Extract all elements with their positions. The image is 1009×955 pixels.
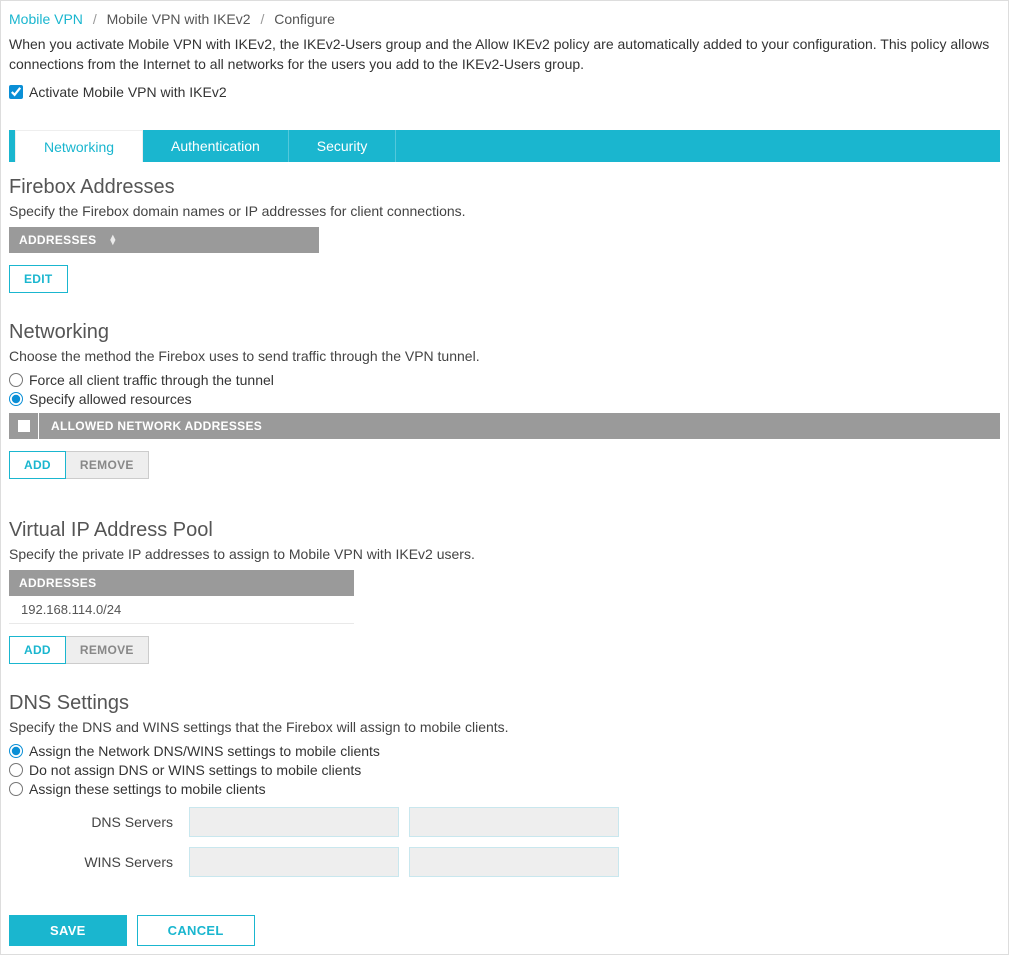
firebox-col-addresses: ADDRESSES	[19, 233, 96, 247]
checkbox-icon	[18, 420, 30, 432]
tab-networking[interactable]: Networking	[15, 130, 143, 162]
networking-desc: Choose the method the Firebox uses to se…	[9, 348, 1000, 364]
vip-col-header[interactable]: ADDRESSES	[9, 570, 354, 596]
radio-dns-no-assign[interactable]	[9, 763, 23, 777]
dns-title: DNS Settings	[9, 692, 1000, 715]
breadcrumb-mid: Mobile VPN with IKEv2	[107, 11, 251, 27]
vip-row[interactable]: 192.168.114.0/24	[9, 596, 354, 624]
dns-servers-label: DNS Servers	[9, 814, 179, 830]
radio-force-tunnel[interactable]	[9, 373, 23, 387]
tab-security[interactable]: Security	[289, 130, 397, 162]
vip-title: Virtual IP Address Pool	[9, 519, 1000, 542]
radio-specify-allowed-label[interactable]: Specify allowed resources	[29, 391, 192, 407]
dns-server-1-input	[189, 807, 399, 837]
activate-checkbox[interactable]	[9, 85, 23, 99]
vip-desc: Specify the private IP addresses to assi…	[9, 546, 1000, 562]
add-vip-button[interactable]: ADD	[9, 636, 66, 664]
cancel-button[interactable]: CANCEL	[137, 915, 255, 946]
activate-label[interactable]: Activate Mobile VPN with IKEv2	[29, 84, 227, 100]
radio-dns-assign-network-label[interactable]: Assign the Network DNS/WINS settings to …	[29, 743, 380, 759]
add-allowed-button[interactable]: ADD	[9, 451, 66, 479]
radio-dns-assign-these[interactable]	[9, 782, 23, 796]
breadcrumb: Mobile VPN / Mobile VPN with IKEv2 / Con…	[9, 9, 1000, 35]
radio-dns-assign-these-label[interactable]: Assign these settings to mobile clients	[29, 781, 266, 797]
firebox-desc: Specify the Firebox domain names or IP a…	[9, 203, 1000, 219]
tabbar: Networking Authentication Security	[9, 130, 1000, 162]
radio-specify-allowed[interactable]	[9, 392, 23, 406]
remove-vip-button[interactable]: REMOVE	[66, 636, 149, 664]
breadcrumb-sep: /	[87, 11, 103, 27]
wins-server-1-input	[189, 847, 399, 877]
firebox-table-header[interactable]: ADDRESSES ▲▼	[9, 227, 319, 253]
wins-servers-label: WINS Servers	[9, 854, 179, 870]
firebox-title: Firebox Addresses	[9, 176, 1000, 199]
radio-force-tunnel-label[interactable]: Force all client traffic through the tun…	[29, 372, 274, 388]
save-button[interactable]: SAVE	[9, 915, 127, 946]
tab-authentication[interactable]: Authentication	[143, 130, 289, 162]
allowed-col-header: ALLOWED NETWORK ADDRESSES	[39, 413, 1000, 439]
dns-server-2-input	[409, 807, 619, 837]
intro-text: When you activate Mobile VPN with IKEv2,…	[9, 35, 1000, 74]
allowed-select-all[interactable]	[9, 413, 39, 439]
breadcrumb-sep: /	[254, 11, 270, 27]
breadcrumb-root[interactable]: Mobile VPN	[9, 11, 83, 27]
breadcrumb-leaf: Configure	[274, 11, 335, 27]
remove-allowed-button[interactable]: REMOVE	[66, 451, 149, 479]
sort-icon: ▲▼	[108, 235, 117, 245]
networking-title: Networking	[9, 321, 1000, 344]
radio-dns-no-assign-label[interactable]: Do not assign DNS or WINS settings to mo…	[29, 762, 361, 778]
dns-desc: Specify the DNS and WINS settings that t…	[9, 719, 1000, 735]
edit-button[interactable]: EDIT	[9, 265, 68, 293]
wins-server-2-input	[409, 847, 619, 877]
radio-dns-assign-network[interactable]	[9, 744, 23, 758]
